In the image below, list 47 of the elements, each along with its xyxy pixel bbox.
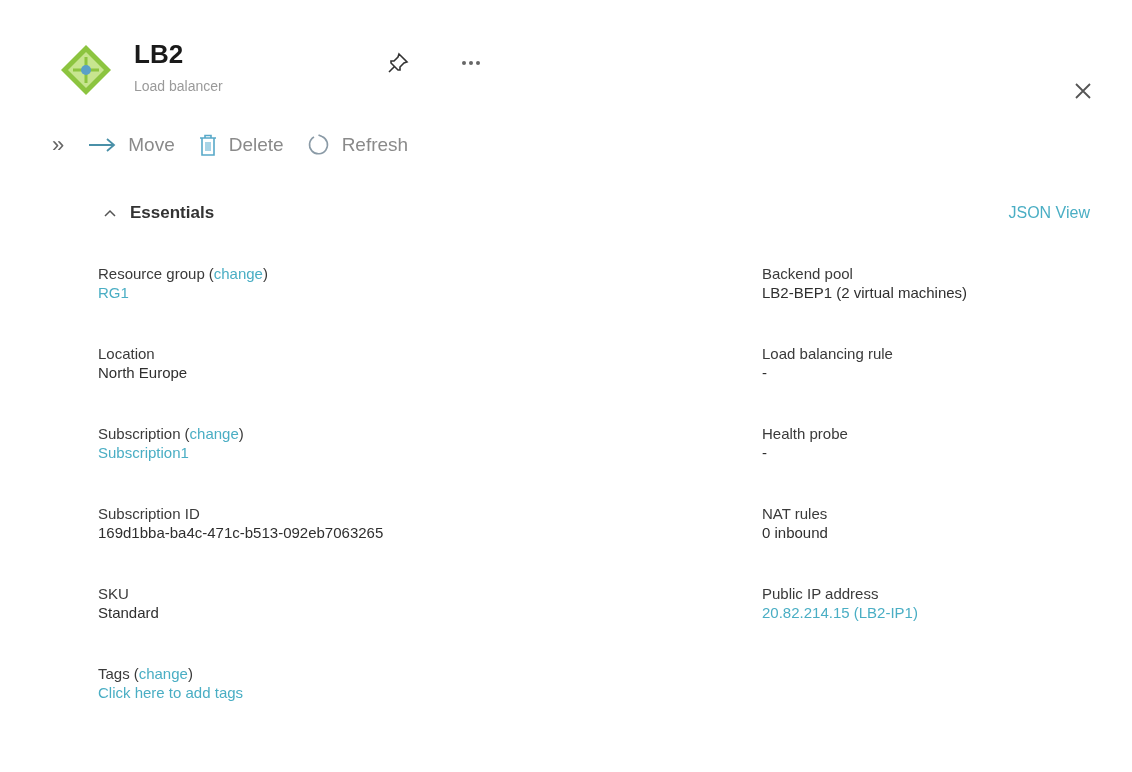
- arrow-right-icon: [88, 137, 117, 153]
- field-label: Load balancing rule: [762, 343, 893, 363]
- refresh-icon: [307, 134, 330, 156]
- field-label: SKU: [98, 583, 129, 603]
- field-value: LB2-BEP1 (2 virtual machines): [762, 282, 968, 302]
- field-label: Tags: [98, 663, 130, 683]
- field-value-link[interactable]: Subscription1: [98, 442, 189, 462]
- paren-close: ): [238, 423, 244, 443]
- field-value: -: [762, 442, 767, 462]
- toolbar-button[interactable]: Refresh: [307, 130, 409, 160]
- load-balancer-icon: [60, 44, 112, 96]
- paren-open: (: [184, 423, 190, 443]
- more-icon[interactable]: [460, 60, 481, 66]
- field-label: Resource group: [98, 263, 205, 283]
- field-value: North Europe: [98, 362, 188, 382]
- expand-button[interactable]: »: [52, 134, 65, 156]
- field-value: 0 inbound: [762, 522, 828, 542]
- change-link[interactable]: change: [138, 663, 188, 683]
- close-icon[interactable]: [1074, 82, 1092, 100]
- change-link[interactable]: change: [213, 263, 263, 283]
- change-link[interactable]: change: [189, 423, 239, 443]
- field-label: Health probe: [762, 423, 848, 443]
- field-value-link[interactable]: 20.82.214.15 (LB2-IP1): [762, 602, 918, 622]
- field-value-link[interactable]: RG1: [98, 282, 129, 302]
- paren-close: ): [187, 663, 193, 683]
- field-label: Subscription ID: [98, 503, 200, 523]
- essentials-toggle[interactable]: Essentials: [104, 200, 215, 226]
- field-label: NAT rules: [762, 503, 828, 523]
- paren-open: (: [133, 663, 139, 683]
- field-label: Backend pool: [762, 263, 853, 283]
- json-view-link[interactable]: JSON View: [1008, 200, 1090, 225]
- field-value: Standard: [98, 602, 159, 622]
- chevron-up-icon: [104, 208, 116, 217]
- resource-type: Load balancer: [134, 77, 223, 96]
- field-label: Location: [98, 343, 155, 363]
- field-value: -: [762, 362, 767, 382]
- toolbar-button[interactable]: Delete: [198, 130, 284, 160]
- pin-icon[interactable]: [386, 52, 409, 74]
- resource-title: LB2: [134, 38, 185, 70]
- field-label: Public IP address: [762, 583, 879, 603]
- toolbar-button[interactable]: Move: [88, 130, 175, 160]
- paren-close: ): [262, 263, 268, 283]
- field-label: Subscription: [98, 423, 181, 443]
- field-value: 169d1bba-ba4c-471c-b513-092eb7063265: [98, 522, 384, 542]
- trash-icon: [198, 134, 217, 156]
- field-value-link[interactable]: Click here to add tags: [98, 682, 244, 702]
- paren-open: (: [208, 263, 214, 283]
